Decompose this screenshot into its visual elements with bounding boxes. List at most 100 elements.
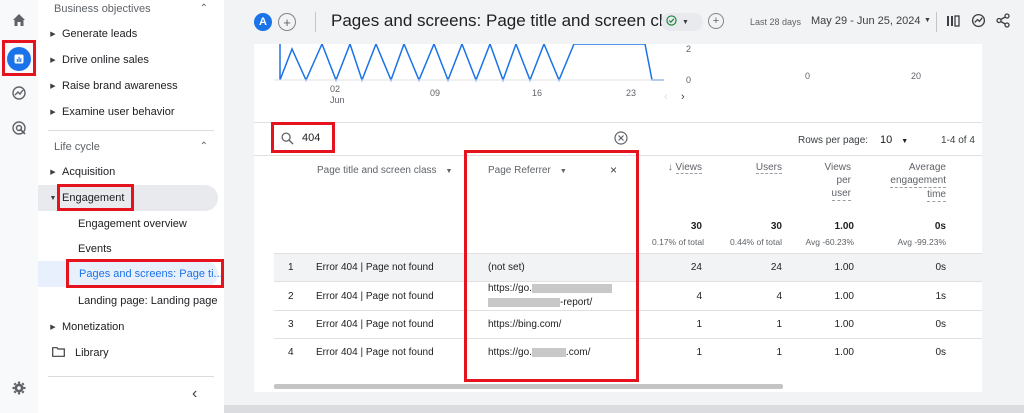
cell-users: 24	[770, 262, 782, 273]
chart-next-chevron-icon[interactable]: ›	[681, 91, 685, 103]
column-header-page-title[interactable]: Page title and screen class ▼	[317, 164, 452, 178]
header-separator	[936, 12, 937, 32]
page-title: Pages and screens: Page title and screen…	[331, 11, 690, 30]
scatter-x-tick: 20	[911, 71, 922, 81]
cell-page-title: Error 404 | Page not found	[316, 319, 434, 330]
compare-columns-icon[interactable]	[946, 14, 960, 31]
chart-area: 02 Jun 09 16 23 2 0 ‹ › 0 20	[254, 44, 982, 122]
highlight-search	[271, 122, 335, 153]
insights-icon[interactable]	[971, 13, 986, 31]
column-header-label-line: user	[831, 188, 851, 201]
x-tick: 09	[430, 88, 441, 98]
nav-group-business-objectives[interactable]: Business objectives	[54, 3, 151, 15]
cell-views-per-user: 1.00	[834, 291, 854, 302]
rows-per-page-value: 10	[880, 134, 893, 146]
rows-per-page-select[interactable]: 10 ▼	[880, 134, 908, 146]
nav-group-life-cycle[interactable]: Life cycle	[54, 141, 100, 153]
clear-search-icon[interactable]	[614, 131, 628, 148]
expand-triangle-icon: ▶	[50, 83, 56, 90]
views-trend-line	[279, 44, 664, 83]
cell-avg-engagement-time: 0s	[935, 347, 946, 358]
nav-item-label: Drive online sales	[62, 54, 149, 66]
report-card: 02 Jun 09 16 23 2 0 ‹ › 0 20 Rows per pa…	[254, 44, 982, 392]
column-header-label: Page title and screen class	[317, 165, 437, 176]
expand-triangle-icon: ▶	[50, 31, 56, 38]
cell-users: 1	[776, 319, 782, 330]
highlight-page-referrer-column	[464, 150, 639, 382]
folder-icon	[52, 346, 65, 360]
column-header-label-line: per	[836, 175, 851, 186]
dropdown-caret-icon: ▼	[445, 168, 453, 175]
nav-item-label: Examine user behavior	[62, 106, 175, 118]
collapse-nav-chevron-left-icon[interactable]: ‹	[192, 385, 197, 403]
total-avg-engagement-time: 0s	[934, 221, 946, 232]
highlight-pages-and-screens	[66, 259, 224, 288]
x-tick: 02	[330, 84, 341, 94]
column-header-label-line: time	[927, 189, 946, 202]
cell-views: 4	[696, 291, 702, 302]
column-header-label: Users	[755, 162, 782, 174]
comparison-avatar[interactable]: A	[254, 13, 272, 31]
column-header-users[interactable]: Users	[740, 161, 782, 174]
cell-avg-engagement-time: 0s	[935, 262, 946, 273]
report-status-dropdown[interactable]: ▼	[661, 13, 703, 31]
scatter-x-tick: 0	[805, 71, 811, 81]
nav-item-label: Acquisition	[62, 166, 116, 178]
cell-views: 1	[696, 319, 702, 330]
row-index: 3	[288, 319, 294, 330]
total-views: 30	[690, 221, 702, 232]
expand-triangle-icon: ▶	[50, 109, 56, 116]
settings-gear-icon[interactable]	[7, 376, 31, 400]
nav-item-label: Raise brand awareness	[62, 80, 178, 92]
y-tick: 0	[686, 75, 692, 85]
nav-sub-events[interactable]: Events	[78, 243, 112, 255]
highlight-engagement	[57, 184, 134, 211]
nav-sub-landing-page[interactable]: Landing page: Landing page	[78, 295, 217, 307]
cell-views-per-user: 1.00	[834, 347, 854, 358]
cell-views: 1	[696, 347, 702, 358]
nav-item-drive-online-sales[interactable]: ▶ Drive online sales	[38, 47, 224, 73]
highlight-reports	[2, 40, 36, 76]
report-header: A + Pages and screens: Page title and sc…	[224, 0, 1024, 44]
nav-item-acquisition[interactable]: ▶ Acquisition	[38, 159, 224, 185]
cell-users: 4	[776, 291, 782, 302]
row-index: 2	[288, 291, 294, 302]
report-navigation: Business objectives ⌃ ▶ Generate leads ▶ D…	[38, 0, 224, 413]
rows-per-page-label: Rows per page:	[798, 135, 869, 146]
column-header-views-per-user[interactable]: Views per user	[804, 161, 851, 201]
sort-down-arrow-icon: ↓	[667, 162, 676, 173]
date-range-caret-icon[interactable]: ▼	[924, 17, 931, 24]
line-chart	[274, 44, 664, 83]
dropdown-caret-icon: ▼	[682, 18, 689, 26]
cell-page-title: Error 404 | Page not found	[316, 262, 434, 273]
nav-item-generate-leads[interactable]: ▶ Generate leads	[38, 21, 224, 47]
row-index: 4	[288, 347, 294, 358]
total-views-per-user: 1.00	[834, 221, 854, 232]
cell-avg-engagement-time: 0s	[935, 319, 946, 330]
check-circle-icon	[666, 15, 677, 29]
add-comparison-plus-icon[interactable]: +	[278, 13, 296, 31]
customize-plus-icon[interactable]: +	[708, 13, 724, 29]
nav-item-examine-user-behavior[interactable]: ▶ Examine user behavior	[38, 99, 224, 125]
nav-item-library[interactable]: Library	[38, 340, 224, 366]
column-header-avg-engagement-time[interactable]: Average engagement time	[878, 161, 946, 202]
chart-prev-chevron-icon[interactable]: ‹	[664, 91, 668, 103]
home-icon[interactable]	[7, 8, 31, 32]
column-header-views[interactable]: ↓ Views	[658, 161, 702, 174]
date-range-picker[interactable]: May 29 - Jun 25, 2024	[811, 15, 920, 27]
nav-item-raise-brand-awareness[interactable]: ▶ Raise brand awareness	[38, 73, 224, 99]
header-separator	[315, 12, 316, 32]
chevron-up-icon[interactable]: ⌃	[200, 141, 208, 152]
expand-triangle-icon: ▶	[50, 169, 56, 176]
expand-triangle-icon: ▶	[50, 324, 56, 331]
advertising-icon[interactable]	[7, 116, 31, 140]
chevron-up-icon[interactable]: ⌃	[200, 3, 208, 14]
nav-sub-engagement-overview[interactable]: Engagement overview	[78, 218, 187, 230]
nav-item-monetization[interactable]: ▶ Monetization	[38, 314, 224, 340]
x-tick: 23	[626, 88, 637, 98]
total-avg-engagement-time-avg: Avg -99.23%	[897, 237, 946, 247]
horizontal-scrollbar[interactable]	[274, 384, 783, 389]
share-icon[interactable]	[996, 13, 1010, 31]
left-rail	[0, 0, 38, 413]
explore-icon[interactable]	[7, 81, 31, 105]
